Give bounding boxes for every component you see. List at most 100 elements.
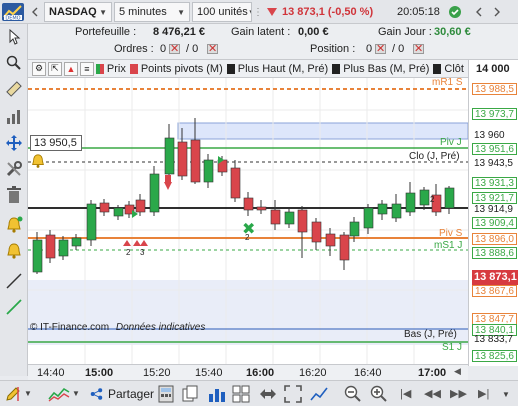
alert-bell-icon[interactable] [3,214,25,236]
fullscreen-icon[interactable] [284,385,302,406]
position-label: Position : [310,43,356,55]
price-tick: 13 825,6 [472,350,517,362]
candle-body [363,207,374,229]
indicator-plus-haut-label: Plus Haut (M, Pré) [237,62,329,75]
zoom-in-icon[interactable] [370,385,388,406]
candle-body [45,234,56,259]
time-tick: 17:00 [418,367,447,379]
arrows-icon[interactable] [258,385,278,406]
candle-body [99,202,110,213]
trash-icon[interactable] [3,184,25,206]
latent-gain-label: Gain latent : [231,26,291,38]
expand-icon[interactable]: ⇱ [47,61,62,76]
position-total: / 0 [392,43,405,55]
cloture-swatch-icon [433,63,442,74]
candle-body [405,192,416,213]
candle-body [349,221,360,237]
units-select[interactable]: 100 unités ▼ [192,2,252,22]
copyright-text: © IT-Finance.com [30,322,110,333]
add-indicator-icon[interactable]: ▲ [63,61,78,76]
candle-body [164,137,175,175]
demo-logo: DEMO [2,3,24,22]
share-label: Partager [107,387,154,401]
candle-body [135,199,146,213]
ray-line-icon[interactable] [3,296,25,318]
indicator-plus-haut[interactable]: Plus Haut (M, Pré) [226,61,329,77]
scroll-forward-icon[interactable]: ▶▶ [450,387,467,400]
candle-body [203,159,214,183]
candle-body [297,209,308,233]
s1-label: S1 J [442,342,463,353]
close-all-positions-button[interactable]: ✕ [413,44,424,55]
copy-icon[interactable] [182,385,198,406]
price-tick: 13 960 [474,130,505,141]
chevron-down-icon[interactable]: ▼ [502,390,510,399]
scroll-end-icon[interactable]: ▶| [478,387,489,400]
compare-icon[interactable] [310,385,328,406]
price-change: 13 873,1 (-0,50 %) [282,6,374,18]
indicator-bar: ⚙ ⇱ ▲ ≡ Prix Points pivots (M) Plus Haut… [28,60,468,78]
close-position-button[interactable]: ✕ [375,44,386,55]
draw-pencil-icon[interactable] [4,385,22,406]
symbol-label: NASDAQ [49,6,97,18]
latent-gain-value: 0,00 € [298,26,329,38]
arrow-right-icon[interactable] [488,2,506,22]
settings-icon[interactable]: ⚙ [32,61,46,76]
back-arrow-icon[interactable] [26,2,44,22]
scroll-start-icon[interactable]: |◀ [400,387,411,400]
cancel-all-orders-button[interactable]: ✕ [207,44,218,55]
alert-bell-add-icon[interactable] [3,240,25,262]
day-gain-label: Gain Jour : [378,26,432,38]
price-tick: 14 000 [476,63,510,75]
zoom-icon[interactable] [3,52,25,74]
measure-bars-icon[interactable] [3,106,25,128]
price-tick: 13 914,9 [474,204,513,215]
arrow-left-icon[interactable] [470,2,488,22]
candle-body [243,197,254,211]
indicator-plus-bas[interactable]: Plus Bas (M, Pré) [332,61,429,77]
time-tick: 15:00 [85,367,114,379]
chevron-down-icon[interactable]: ▼ [72,389,80,398]
chart-canvas: ✖ [28,78,469,366]
ok-status-icon [448,5,462,22]
grid-icon[interactable] [232,385,250,406]
price-tick: 13 888,6 [472,247,517,259]
clock-time: 20:05:18 [397,6,440,18]
candle-body [391,203,402,219]
calculator-icon[interactable] [158,385,174,406]
price-tick: 13 833,7 [474,334,513,345]
indicator-cloture[interactable]: Clôt [433,61,464,77]
ruler-icon[interactable] [3,78,25,100]
zoom-out-icon[interactable] [344,385,362,406]
interval-label: 5 minutes [119,6,167,18]
scroll-back-icon[interactable]: ◀◀ [424,387,441,400]
price-chart[interactable]: ✖ [28,60,518,366]
interval-select[interactable]: 5 minutes ▼ [114,2,190,22]
piv-j-label: Piv J [440,137,462,148]
candle-body [86,203,97,241]
entry-markers-icon [123,240,148,246]
share-button[interactable]: Partager [90,384,154,404]
candle-body [311,221,322,243]
indicator-prix[interactable]: Prix [95,61,126,77]
bar-chart-icon[interactable] [208,385,226,406]
tools-icon[interactable] [3,158,25,180]
trend-line-icon[interactable] [3,270,25,292]
scroll-left-icon[interactable]: ◀ [454,366,461,377]
svg-text:DEMO: DEMO [5,16,20,22]
candle-body [71,237,82,247]
indicator-plus-bas-label: Plus Bas (M, Pré) [343,62,430,75]
indicator-pivots[interactable]: Points pivots (M) [129,61,223,77]
cursor-icon[interactable] [3,26,25,48]
candle-body [284,211,295,225]
chevron-down-icon[interactable]: ▼ [24,389,32,398]
cancel-orders-button[interactable]: ✕ [169,44,180,55]
crosshair-price-box: 13 950,5 [30,135,82,151]
alert-bell-marker-icon[interactable] [30,153,46,172]
list-icon[interactable]: ≡ [79,61,94,76]
time-tick: 14:40 [37,367,65,379]
day-gain-value: 30,60 € [434,26,471,38]
symbol-select[interactable]: NASDAQ ▼ [44,2,112,22]
move-icon[interactable] [3,132,25,154]
chart-type-icon[interactable] [48,385,70,406]
